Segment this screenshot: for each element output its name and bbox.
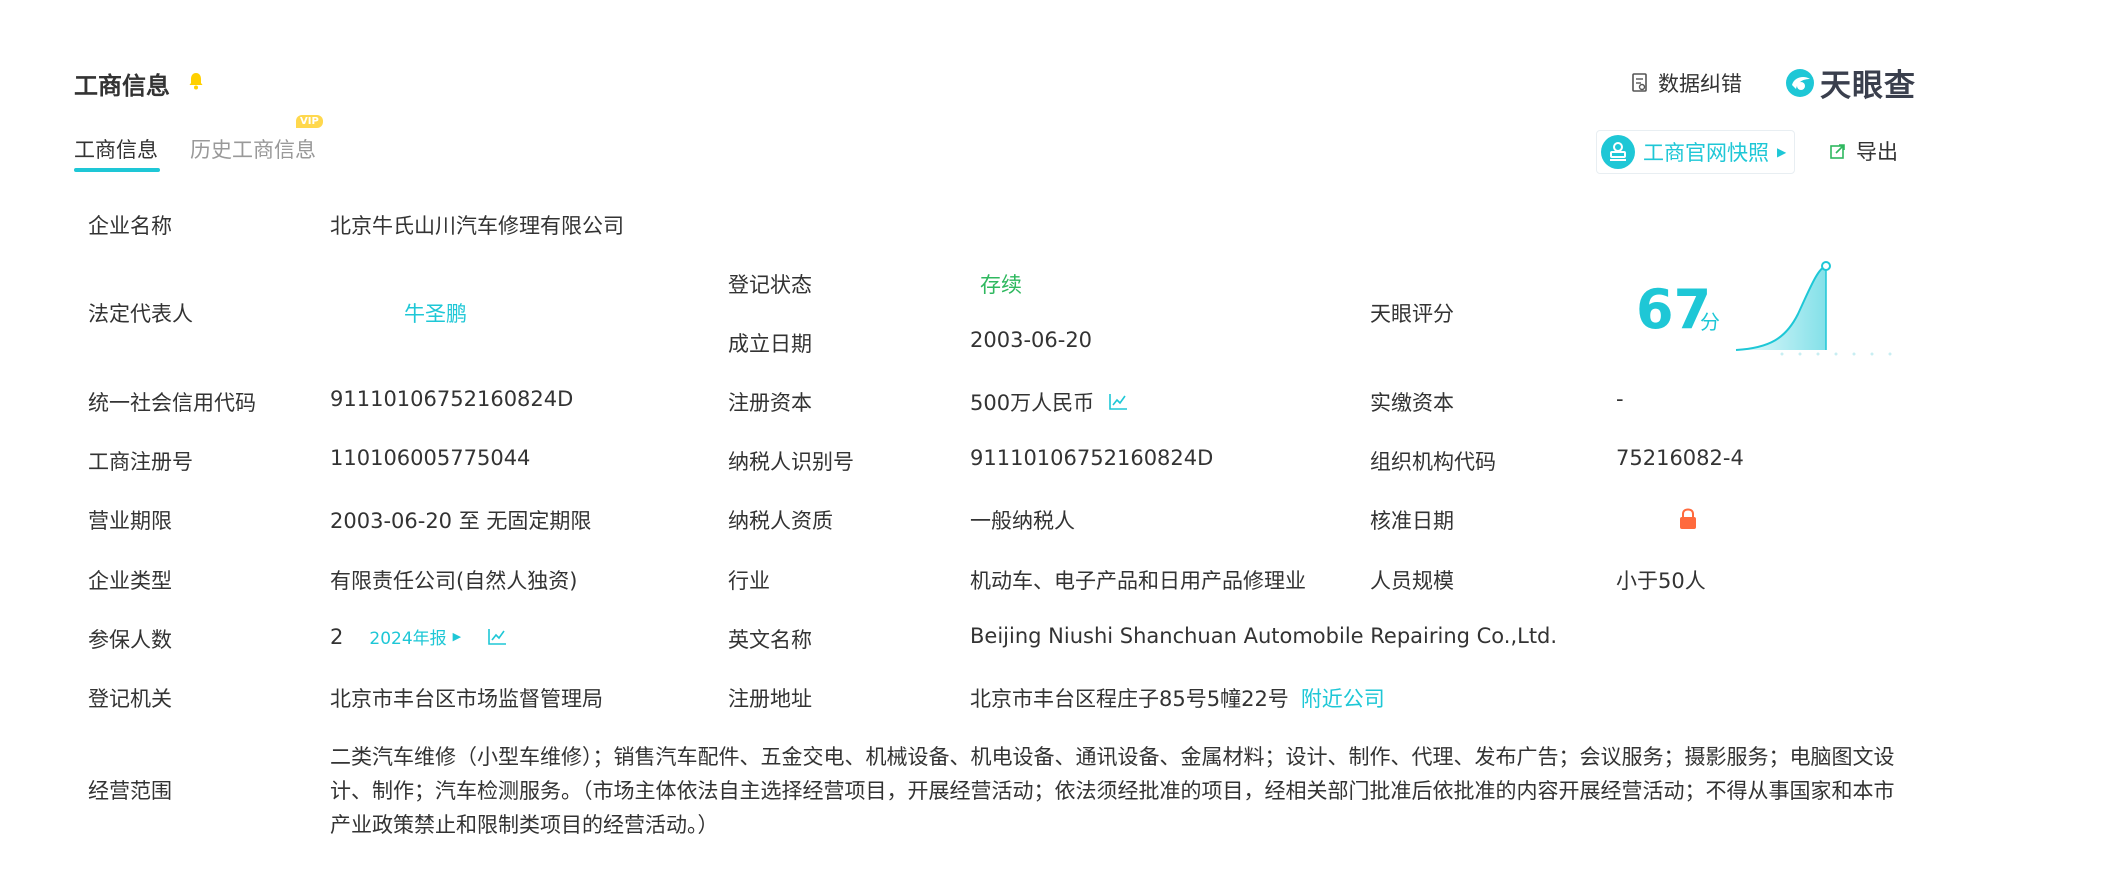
value-reg-status: 存续 (980, 273, 1022, 297)
bell-icon[interactable] (188, 72, 204, 90)
value-industry: 机动车、电子产品和日用产品修理业 (970, 569, 1306, 593)
label-reg-capital: 注册资本 (728, 391, 812, 415)
label-taxpayer-qual: 纳税人资质 (728, 509, 833, 533)
value-biz-scope: 二类汽车维修（小型车维修）；销售汽车配件、五金交电、机械设备、机电设备、通讯设备… (330, 745, 1895, 837)
annual-report-link[interactable]: 2024年报 (369, 624, 446, 649)
label-reg-number: 工商注册号 (88, 450, 193, 474)
legal-rep-link[interactable]: 牛圣鹏 (404, 298, 467, 328)
label-paid-capital: 实缴资本 (1370, 391, 1454, 415)
caret-right-icon: ▶ (452, 630, 462, 643)
label-company-name: 企业名称 (88, 214, 172, 238)
trend-chart-icon[interactable] (487, 628, 507, 646)
label-legal-rep: 法定代表人 (88, 302, 193, 326)
reg-address-row: 北京市丰台区程庄子85号5幢22号 附近公司 (970, 683, 1385, 713)
label-taxpayer-id: 纳税人识别号 (728, 450, 854, 474)
data-feedback-label: 数据纠错 (1658, 72, 1742, 96)
value-company-name: 北京牛氏山川汽车修理有限公司 (330, 214, 624, 238)
reg-capital-row: 500万人民币 (970, 387, 1128, 417)
snapshot-label: 工商官网快照 (1643, 141, 1769, 165)
official-snapshot-button[interactable]: 工商官网快照 ▶ (1596, 130, 1796, 174)
export-icon (1830, 144, 1845, 159)
value-paid-capital: - (1616, 387, 1624, 411)
value-reg-authority: 北京市丰台区市场监督管理局 (330, 687, 603, 711)
label-tianyan-score: 天眼评分 (1370, 302, 1454, 326)
data-feedback-button[interactable]: 数据纠错 (1632, 68, 1742, 98)
trend-chart-icon[interactable] (1108, 393, 1128, 411)
label-insured: 参保人数 (88, 628, 172, 652)
export-label: 导出 (1856, 140, 1898, 164)
label-found-date: 成立日期 (728, 332, 812, 356)
label-english-name: 英文名称 (728, 628, 812, 652)
brand-name: 天眼查 (1820, 68, 1916, 104)
label-industry: 行业 (728, 569, 770, 593)
value-insured: 2 (330, 624, 344, 649)
tab-business-info[interactable]: 工商信息 (74, 134, 158, 164)
value-reg-number: 110106005775044 (330, 446, 531, 470)
value-english-name: Beijing Niushi Shanchuan Automobile Repa… (970, 624, 1558, 648)
tianyan-score-unit: 分 (1700, 310, 1720, 334)
label-reg-authority: 登记机关 (88, 687, 172, 711)
value-reg-capital: 500万人民币 (970, 391, 1095, 415)
value-staff-size: 小于50人 (1616, 569, 1706, 593)
value-found-date: 2003-06-20 (970, 328, 1093, 352)
label-approval-date: 核准日期 (1370, 509, 1454, 533)
lock-icon[interactable] (1678, 508, 1698, 530)
insured-row: 2 2024年报 ▶ (330, 624, 507, 649)
vip-badge: VIP (296, 115, 323, 128)
caret-right-icon: ▶ (1777, 145, 1787, 159)
active-tab-underline (74, 168, 160, 172)
tianyancha-logo-icon (1786, 68, 1814, 97)
brand-logo: 天眼查 (1784, 60, 1916, 105)
label-biz-term: 营业期限 (88, 509, 172, 533)
label-reg-address: 注册地址 (728, 687, 812, 711)
label-org-code: 组织机构代码 (1370, 450, 1496, 474)
value-reg-address: 北京市丰台区程庄子85号5幢22号 (970, 687, 1289, 711)
export-button[interactable]: 导出 (1830, 136, 1898, 166)
stamp-icon (1601, 135, 1635, 169)
value-company-type: 有限责任公司(自然人独资) (330, 569, 578, 593)
score-distribution-chart[interactable] (1730, 258, 1902, 358)
nearby-companies-link[interactable]: 附近公司 (1301, 683, 1385, 713)
label-biz-scope: 经营范围 (88, 779, 172, 803)
value-credit-code: 91110106752160824D (330, 387, 574, 411)
value-org-code: 75216082-4 (1616, 446, 1744, 470)
label-credit-code: 统一社会信用代码 (88, 391, 256, 415)
value-taxpayer-qual: 一般纳税人 (970, 509, 1075, 533)
value-biz-term: 2003-06-20 至 无固定期限 (330, 509, 592, 533)
section-title: 工商信息 (74, 72, 170, 100)
label-staff-size: 人员规模 (1370, 569, 1454, 593)
document-edit-icon (1632, 73, 1647, 92)
label-reg-status: 登记状态 (728, 273, 812, 297)
tab-history-business-info[interactable]: 历史工商信息 (190, 134, 316, 164)
value-taxpayer-id: 91110106752160824D (970, 446, 1214, 470)
label-company-type: 企业类型 (88, 569, 172, 593)
